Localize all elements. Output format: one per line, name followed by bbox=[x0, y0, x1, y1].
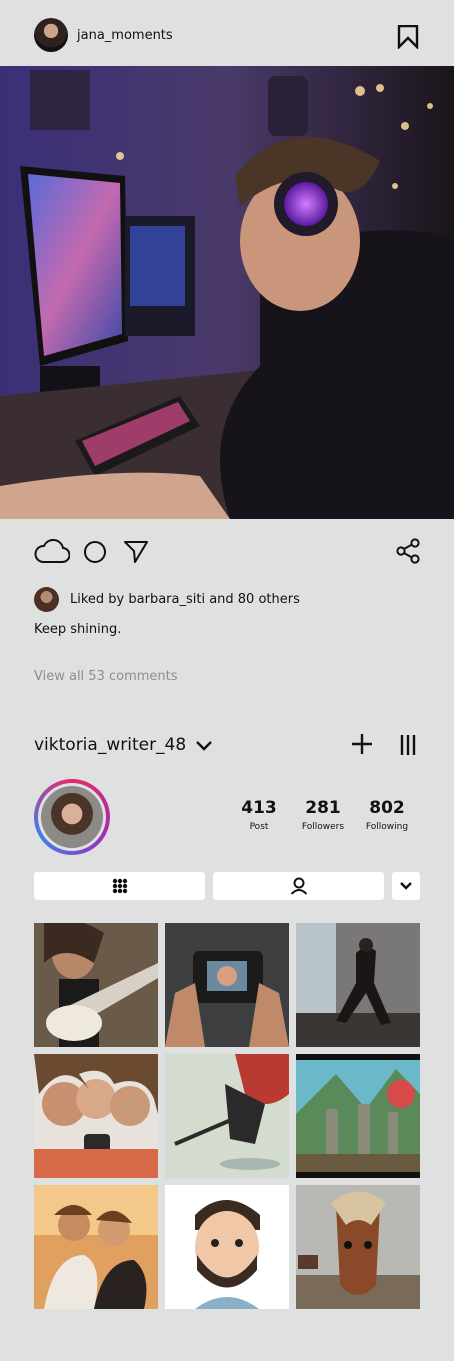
stat-following-label: Following bbox=[365, 822, 409, 832]
stat-following[interactable]: 802 Following bbox=[347, 798, 427, 832]
cloud-icon[interactable] bbox=[34, 538, 71, 568]
view-comments-link[interactable]: View all 53 comments bbox=[34, 669, 178, 684]
stat-following-value: 802 bbox=[369, 798, 405, 818]
chevron-down-icon[interactable] bbox=[195, 738, 213, 757]
post-author-avatar[interactable] bbox=[34, 18, 68, 52]
person-icon bbox=[290, 877, 307, 895]
plus-icon[interactable] bbox=[351, 733, 373, 759]
grid-photo[interactable] bbox=[296, 923, 420, 1047]
post-caption: Keep shining. bbox=[34, 622, 122, 637]
grid-photo[interactable] bbox=[34, 1054, 158, 1178]
grid-icon bbox=[112, 878, 127, 894]
profile-avatar[interactable] bbox=[34, 779, 110, 855]
grid-photo[interactable] bbox=[165, 923, 289, 1047]
chevron-down-icon bbox=[400, 882, 412, 890]
tab-tagged[interactable] bbox=[213, 872, 384, 900]
menu-icon[interactable] bbox=[399, 734, 417, 760]
post-image bbox=[0, 66, 454, 519]
grid-photo[interactable] bbox=[296, 1054, 420, 1178]
share-icon[interactable] bbox=[396, 538, 420, 568]
grid-photo[interactable] bbox=[34, 923, 158, 1047]
post-author-name[interactable]: jana_moments bbox=[77, 28, 173, 43]
tab-grid[interactable] bbox=[34, 872, 205, 900]
tab-more-dropdown[interactable] bbox=[392, 872, 420, 900]
profile-username[interactable]: viktoria_writer_48 bbox=[34, 735, 186, 755]
grid-photo[interactable] bbox=[296, 1185, 420, 1309]
bookmark-icon[interactable] bbox=[397, 24, 419, 53]
grid-photo[interactable] bbox=[165, 1185, 289, 1309]
liker-avatar[interactable] bbox=[34, 587, 59, 612]
send-icon[interactable] bbox=[123, 540, 149, 568]
circle-icon[interactable] bbox=[83, 540, 107, 568]
grid-photo[interactable] bbox=[34, 1185, 158, 1309]
grid-photo[interactable] bbox=[165, 1054, 289, 1178]
likes-text[interactable]: Liked by barbara_siti and 80 others bbox=[70, 592, 300, 607]
